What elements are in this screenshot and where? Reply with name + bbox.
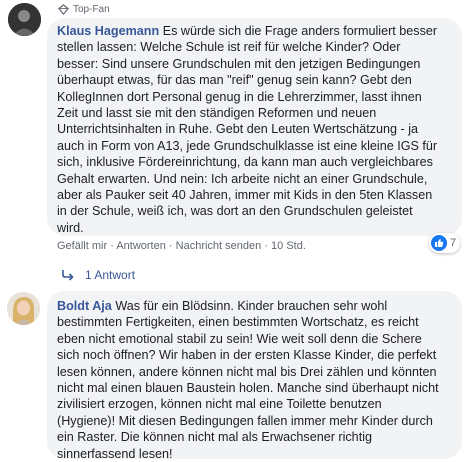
comment-body: Klaus Hagemann Es würde sich die Frage a… xyxy=(57,23,452,236)
avatar-boldt-aja[interactable] xyxy=(7,292,40,325)
send-message-action[interactable]: Nachricht senden xyxy=(176,240,262,252)
comment-author[interactable]: Boldt Aja xyxy=(57,299,112,313)
top-fan-badge: Top-Fan xyxy=(58,4,110,15)
replies-label: 1 Antwort xyxy=(85,268,136,282)
reaction-count: 7 xyxy=(450,237,457,249)
like-action[interactable]: Gefällt mir xyxy=(57,240,107,252)
reply-action[interactable]: Antworten xyxy=(116,240,166,252)
timestamp[interactable]: 10 Std. xyxy=(271,240,306,252)
comment-bubble: Klaus Hagemann Es würde sich die Frage a… xyxy=(47,18,462,236)
separator: · xyxy=(110,240,114,252)
like-thumb-icon xyxy=(431,235,447,251)
profile-photo-icon xyxy=(7,292,40,325)
comment-body: Boldt Aja Was für ein Blödsinn. Kinder b… xyxy=(57,298,452,462)
comment-text: Es würde sich die Frage anders formulier… xyxy=(57,24,438,235)
top-fan-diamond-icon xyxy=(58,4,69,15)
reaction-count-badge[interactable]: 7 xyxy=(429,233,461,253)
comment-text: Was für ein Blödsinn. Kinder brauchen se… xyxy=(57,299,439,461)
separator: · xyxy=(264,240,268,252)
top-fan-label: Top-Fan xyxy=(73,4,110,15)
reply-arrow-icon xyxy=(62,270,74,281)
view-replies-link[interactable]: 1 Antwort xyxy=(61,268,135,282)
comment-actions: Gefällt mir · Antworten · Nachricht send… xyxy=(57,240,306,252)
comment-bubble: Boldt Aja Was für ein Blödsinn. Kinder b… xyxy=(47,291,462,462)
profile-photo-icon xyxy=(8,3,41,36)
avatar-klaus-hagemann[interactable] xyxy=(8,3,41,36)
comment-author[interactable]: Klaus Hagemann xyxy=(57,24,159,38)
separator: · xyxy=(168,240,173,252)
